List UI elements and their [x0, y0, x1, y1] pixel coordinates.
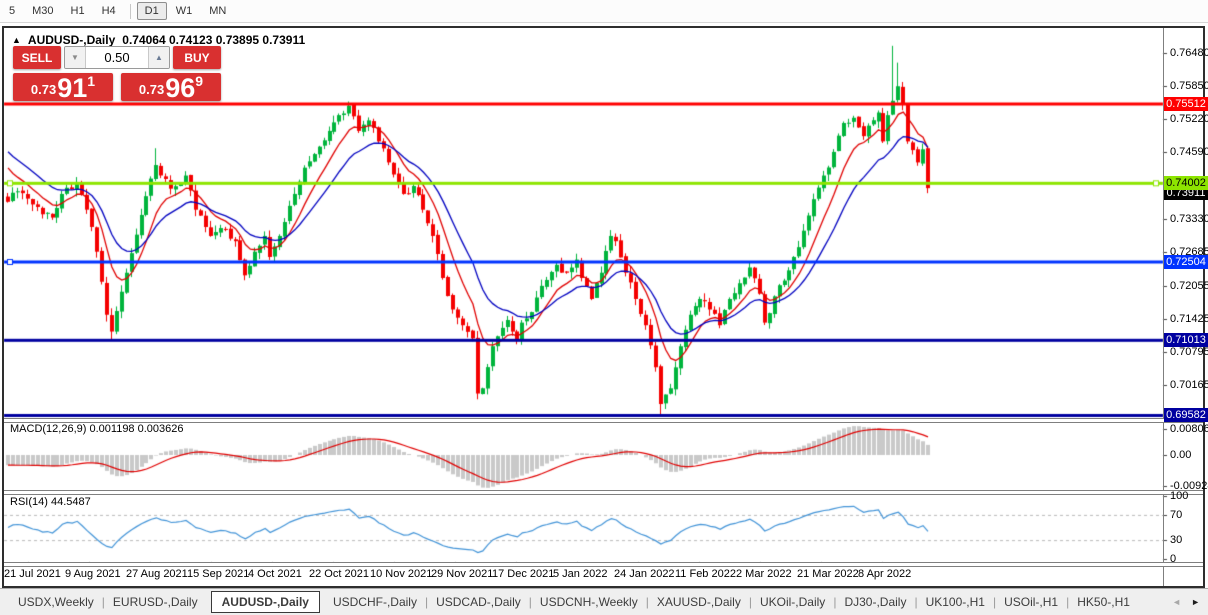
- chart-tab-usdcad-daily[interactable]: USDCAD-,Daily: [428, 591, 529, 613]
- macd-axis-label: 0.00: [1170, 449, 1191, 461]
- buy-button[interactable]: BUY: [173, 46, 221, 69]
- timeframe-button-d1[interactable]: D1: [137, 2, 167, 20]
- volume-decrease-button[interactable]: ▼: [65, 47, 86, 68]
- bid-price-big: 91: [57, 77, 87, 100]
- ask-price-box[interactable]: 0.73 96 9: [121, 73, 221, 101]
- timeframe-button-m30[interactable]: M30: [24, 2, 61, 20]
- level-badge-0.75512: 0.75512: [1164, 97, 1208, 111]
- date-axis-label: 21 Mar 2022: [797, 568, 859, 580]
- timeframe-button-h4[interactable]: H4: [94, 2, 124, 20]
- price-tick-label: 0.75850: [1170, 80, 1208, 92]
- level-badge-0.69582: 0.69582: [1164, 408, 1208, 422]
- chart-tab-usdchf-daily[interactable]: USDCHF-,Daily: [325, 591, 425, 613]
- timeframe-button-w1[interactable]: W1: [168, 2, 201, 20]
- ask-price-big: 96: [165, 77, 195, 100]
- bid-price-sup: 1: [87, 73, 95, 89]
- date-axis-label: 10 Nov 2021: [370, 568, 432, 580]
- rsi-axis-label: 0: [1170, 553, 1176, 565]
- macd-values: 0.001198 0.003626: [89, 423, 183, 435]
- level-badge-0.71013: 0.71013: [1164, 333, 1208, 347]
- chart-title-bar: ▲ AUDUSD-,Daily 0.74064 0.74123 0.73895 …: [12, 33, 305, 47]
- date-axis-label: 22 Oct 2021: [309, 568, 369, 580]
- volume-spinner: ▼ ▲: [64, 46, 170, 69]
- price-tick-label: 0.73330: [1170, 213, 1208, 225]
- volume-input[interactable]: [86, 47, 148, 68]
- tab-scroll-left-icon[interactable]: ◄: [1172, 597, 1181, 607]
- date-axis-label: 29 Nov 2021: [431, 568, 493, 580]
- date-axis-label: 24 Jan 2022: [614, 568, 675, 580]
- timeframe-toolbar: 5M30H1H4 D1W1MN: [0, 0, 1208, 23]
- chart-tab-usoil-h1[interactable]: USOil-,H1: [996, 591, 1066, 613]
- date-axis-label: 9 Aug 2021: [65, 568, 121, 580]
- timeframe-button-mn[interactable]: MN: [201, 2, 234, 20]
- macd-panel-divider[interactable]: [4, 418, 1203, 423]
- sell-button[interactable]: SELL: [13, 46, 61, 69]
- chart-tab-xauusd-daily[interactable]: XAUUSD-,Daily: [649, 591, 749, 613]
- date-axis-label: 21 Jul 2021: [4, 568, 61, 580]
- price-axis-divider: [1163, 28, 1164, 586]
- one-click-trading-panel: SELL ▼ ▲ BUY 0.73 91 1 0.73 96 9: [13, 46, 221, 101]
- timeframe-button-5[interactable]: 5: [1, 2, 23, 20]
- chart-symbol-title: AUDUSD-,Daily: [28, 33, 115, 47]
- rsi-indicator-label: RSI(14) 44.5487: [10, 496, 91, 508]
- chart-tab-uk100-h1[interactable]: UK100-,H1: [918, 591, 993, 613]
- volume-increase-button[interactable]: ▲: [148, 47, 169, 68]
- date-axis-label: 8 Apr 2022: [858, 568, 911, 580]
- collapse-panel-icon[interactable]: ▲: [12, 35, 21, 45]
- macd-indicator-label: MACD(12,26,9) 0.001198 0.003626: [10, 423, 183, 435]
- rsi-value: 44.5487: [51, 496, 91, 508]
- price-tick-label: 0.70795: [1170, 346, 1208, 358]
- price-tick-label: 0.75220: [1170, 113, 1208, 125]
- date-axis-label: 4 Oct 2021: [248, 568, 302, 580]
- chart-tab-eurusd-daily[interactable]: EURUSD-,Daily: [105, 591, 206, 613]
- date-axis-label: 2 Mar 2022: [736, 568, 792, 580]
- price-tick-label: 0.74590: [1170, 146, 1208, 158]
- ask-price-prefix: 0.73: [139, 82, 164, 97]
- date-axis-divider: [4, 562, 1203, 567]
- chart-tab-dj30-daily[interactable]: DJ30-,Daily: [836, 591, 914, 613]
- ask-price-sup: 9: [195, 73, 203, 89]
- price-tick-label: 0.72055: [1170, 280, 1208, 292]
- chart-tab-bar: USDX,Weekly|EURUSD-,DailyAUDUSD-,DailyUS…: [0, 588, 1208, 615]
- date-axis-label: 15 Sep 2021: [187, 568, 249, 580]
- macd-axis-label: 0.008061: [1170, 423, 1208, 435]
- chart-tab-usdcnh-weekly[interactable]: USDCNH-,Weekly: [532, 591, 646, 613]
- rsi-axis-label: 30: [1170, 534, 1182, 546]
- price-tick-label: 0.71425: [1170, 313, 1208, 325]
- date-axis-label: 11 Feb 2022: [675, 568, 736, 580]
- level-badge-0.74002: 0.74002: [1164, 176, 1208, 190]
- rsi-panel-divider[interactable]: [4, 490, 1203, 495]
- rsi-axis-label: 70: [1170, 509, 1182, 521]
- level-badge-0.72504: 0.72504: [1164, 255, 1208, 269]
- toolbar-separator: [130, 4, 131, 19]
- chart-tab-ukoil-daily[interactable]: UKOil-,Daily: [752, 591, 833, 613]
- date-axis-label: 27 Aug 2021: [126, 568, 188, 580]
- chart-tab-hk50-h1[interactable]: HK50-,H1: [1069, 591, 1138, 613]
- price-tick-label: 0.70165: [1170, 379, 1208, 391]
- date-axis-label: 5 Jan 2022: [553, 568, 607, 580]
- bid-price-prefix: 0.73: [31, 82, 56, 97]
- date-axis-label: 17 Dec 2021: [492, 568, 554, 580]
- bid-price-box[interactable]: 0.73 91 1: [13, 73, 113, 101]
- tab-scroll-right-icon[interactable]: ►: [1191, 597, 1200, 607]
- chart-ohlc: 0.74064 0.74123 0.73895 0.73911: [122, 33, 305, 47]
- chart-tab-audusd-daily[interactable]: AUDUSD-,Daily: [211, 591, 320, 613]
- price-tick-label: 0.76480: [1170, 47, 1208, 59]
- rsi-axis-label: 100: [1170, 490, 1188, 502]
- chart-tab-usdx-weekly[interactable]: USDX,Weekly: [10, 591, 102, 613]
- timeframe-button-h1[interactable]: H1: [63, 2, 93, 20]
